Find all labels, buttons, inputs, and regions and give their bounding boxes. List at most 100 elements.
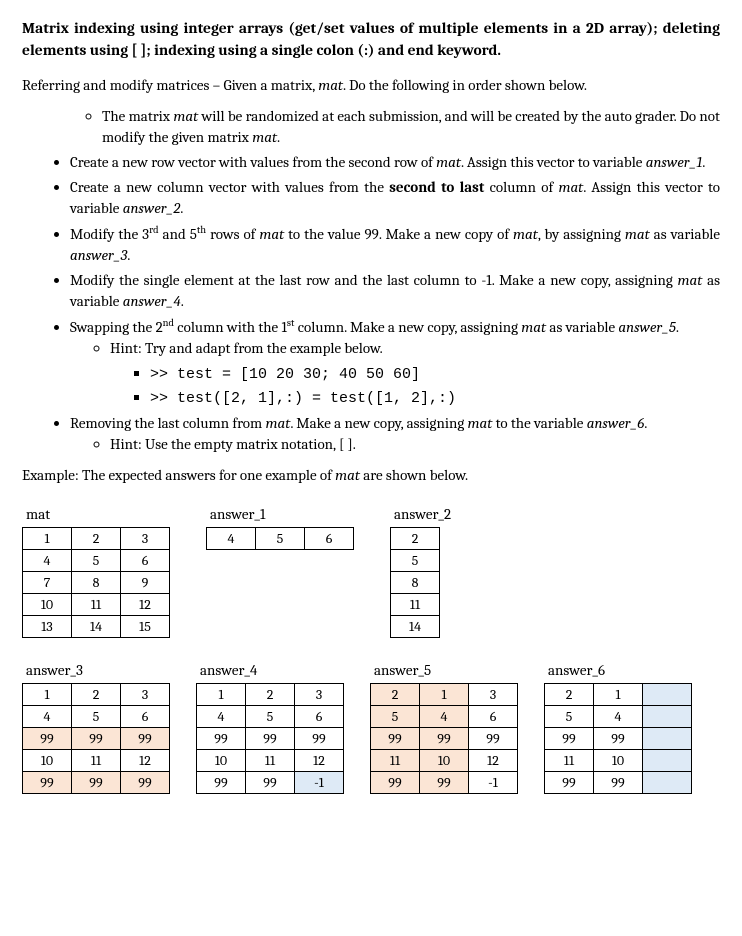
table-cell: 99 xyxy=(246,772,295,794)
tables-row-1: mat 123456789101112131415 answer_1 456 a… xyxy=(22,504,720,638)
table-cell: 2 xyxy=(72,684,121,706)
text: . xyxy=(127,246,130,264)
table-cell: 99 xyxy=(23,772,72,794)
table-answer-3: 123456999999101112999999 xyxy=(22,683,170,794)
code-list: >> test = [10 20 30; 40 50 60] >> test([… xyxy=(110,363,720,409)
text: . xyxy=(277,128,280,146)
hint-list: Hint: Try and adapt from the example bel… xyxy=(70,338,720,359)
table-cell: 10 xyxy=(594,750,643,772)
table-label: answer_6 xyxy=(544,660,692,681)
table-cell: 8 xyxy=(72,572,121,594)
table-cell: 99 xyxy=(23,728,72,750)
table-cell: 99 xyxy=(246,728,295,750)
text: . xyxy=(676,318,679,336)
page-title: Matrix indexing using integer arrays (ge… xyxy=(22,18,720,61)
text: and 5 xyxy=(159,225,197,243)
answer-ref: answer_4 xyxy=(123,292,181,310)
answer-ref: answer_2 xyxy=(123,199,181,217)
answer-ref: answer_5 xyxy=(618,318,675,336)
table-cell: 5 xyxy=(256,528,305,550)
table-cell: 1 xyxy=(594,684,643,706)
table-cell: 3 xyxy=(121,684,170,706)
table-cell: 1 xyxy=(420,684,469,706)
table-cell: 3 xyxy=(469,684,518,706)
text: . xyxy=(702,153,705,171)
sub-note-item: The matrix mat will be randomized at eac… xyxy=(102,106,720,148)
mat-ref: mat xyxy=(625,225,650,243)
table-cell: 99 xyxy=(121,728,170,750)
text: as variable xyxy=(546,318,618,336)
table-cell: 11 xyxy=(371,750,420,772)
table-cell: 2 xyxy=(72,528,121,550)
table-cell: 99 xyxy=(72,728,121,750)
mat-ref: mat xyxy=(335,466,360,484)
table-cell: 5 xyxy=(72,706,121,728)
table-label: answer_4 xyxy=(196,660,344,681)
table-block-a6: answer_6 2154999911109999 xyxy=(544,660,692,794)
table-answer-4: 1234569999991011129999-1 xyxy=(196,683,344,794)
table-cell: 6 xyxy=(305,528,354,550)
table-answer-5: 2135469999991110129999-1 xyxy=(370,683,518,794)
mat-ref: mat xyxy=(521,318,546,336)
table-label: answer_2 xyxy=(390,504,451,525)
instruction-item-5: Swapping the 2nd column with the 1st col… xyxy=(70,316,720,409)
table-block-a5: answer_5 2135469999991110129999-1 xyxy=(370,660,518,794)
instruction-item-2: Create a new column vector with values f… xyxy=(70,177,720,219)
table-cell: 4 xyxy=(23,550,72,572)
table-cell: 11 xyxy=(545,750,594,772)
table-cell: 99 xyxy=(197,772,246,794)
table-cell: 8 xyxy=(391,572,440,594)
text: The matrix xyxy=(102,107,173,125)
table-cell: 5 xyxy=(391,550,440,572)
table-block-a2: answer_2 2581114 xyxy=(390,504,451,638)
table-cell: 10 xyxy=(23,594,72,616)
ordinal: th xyxy=(197,224,206,236)
table-cell-empty xyxy=(643,684,692,706)
table-cell: 99 xyxy=(420,772,469,794)
text: . Make a new copy, assigning xyxy=(290,414,467,432)
table-cell: 4 xyxy=(594,706,643,728)
table-cell-empty xyxy=(643,772,692,794)
table-cell: 14 xyxy=(391,616,440,638)
table-cell-empty xyxy=(643,750,692,772)
answer-ref: answer_3 xyxy=(70,246,127,264)
table-cell: 10 xyxy=(23,750,72,772)
hint-list: Hint: Use the empty matrix notation, [ ]… xyxy=(70,434,720,455)
table-cell: -1 xyxy=(295,772,344,794)
text: column with the 1 xyxy=(174,318,287,336)
mat-ref: mat xyxy=(436,153,461,171)
instruction-item-6: Removing the last column from mat. Make … xyxy=(70,413,720,455)
code-text: >> test = [10 20 30; 40 50 60] xyxy=(150,366,420,383)
table-cell: 4 xyxy=(23,706,72,728)
table-answer-6: 2154999911109999 xyxy=(544,683,692,794)
code-text: >> test([2, 1],:) = test([1, 2],:) xyxy=(150,390,456,407)
table-cell: 2 xyxy=(545,684,594,706)
intro-post: . Do the following in order shown below. xyxy=(343,76,587,94)
instruction-item-3: Modify the 3rd and 5th rows of mat to th… xyxy=(70,223,720,266)
bold-text: second to last xyxy=(389,178,484,196)
table-cell: 12 xyxy=(295,750,344,772)
table-cell: 15 xyxy=(121,616,170,638)
table-cell: 10 xyxy=(197,750,246,772)
table-cell: 3 xyxy=(121,528,170,550)
table-cell: 11 xyxy=(391,594,440,616)
intro-pre: Referring and modify matrices – Given a … xyxy=(22,76,318,94)
table-cell: 12 xyxy=(469,750,518,772)
table-cell: 5 xyxy=(246,706,295,728)
text: Create a new row vector with values from… xyxy=(70,153,436,171)
answer-ref: answer_6 xyxy=(587,414,645,432)
table-cell: 6 xyxy=(121,706,170,728)
table-block-mat: mat 123456789101112131415 xyxy=(22,504,170,638)
table-cell: 11 xyxy=(72,594,121,616)
hint-item: Hint: Use the empty matrix notation, [ ]… xyxy=(110,434,720,455)
table-label: answer_3 xyxy=(22,660,170,681)
table-cell: 2 xyxy=(391,528,440,550)
table-cell: 12 xyxy=(121,750,170,772)
text: . Assign this vector to variable xyxy=(461,153,646,171)
table-cell: -1 xyxy=(469,772,518,794)
mat-ref: mat xyxy=(558,178,583,196)
ordinal: nd xyxy=(163,317,174,329)
text: , by assigning xyxy=(538,225,625,243)
table-block-a1: answer_1 456 xyxy=(206,504,354,550)
table-cell: 11 xyxy=(72,750,121,772)
